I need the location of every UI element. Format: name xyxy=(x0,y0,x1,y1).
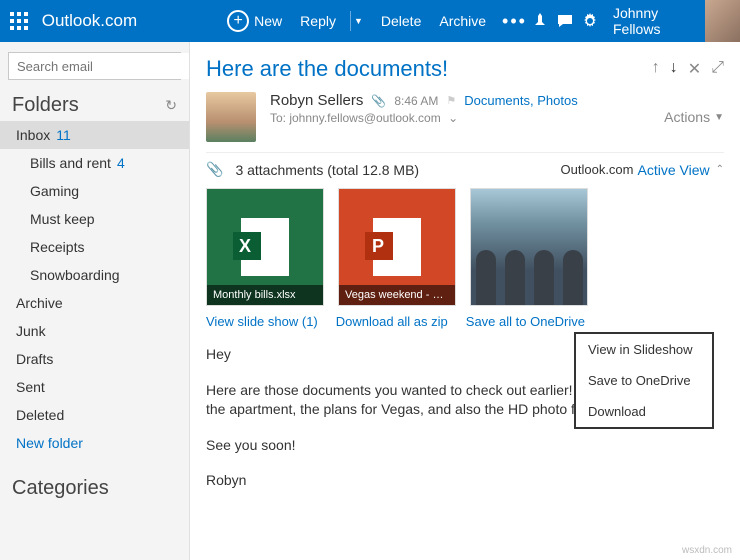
excel-icon xyxy=(241,218,289,276)
refresh-icon[interactable]: ↻ xyxy=(165,97,177,114)
chat-icon[interactable] xyxy=(552,13,577,29)
more-icon[interactable]: ••• xyxy=(502,11,527,32)
recipient-line: To: johnny.fellows@outlook.com ⌄ xyxy=(270,111,664,125)
user-name[interactable]: Johnny Fellows xyxy=(613,5,695,37)
chevron-down-icon[interactable]: ▼ xyxy=(354,16,363,26)
folder-must-keep[interactable]: Must keep xyxy=(0,205,189,233)
download-zip-link[interactable]: Download all as zip xyxy=(336,314,448,329)
avatar[interactable] xyxy=(705,0,740,42)
app-launcher-icon[interactable] xyxy=(6,6,32,36)
folder-drafts[interactable]: Drafts xyxy=(0,345,189,373)
message-categories[interactable]: Documents, Photos xyxy=(464,93,577,108)
notifications-icon[interactable] xyxy=(527,13,552,29)
powerpoint-icon xyxy=(373,218,421,276)
attachment-powerpoint[interactable]: Vegas weekend - pl... xyxy=(338,188,456,306)
folders-header: Folders ↻ xyxy=(0,88,189,121)
folder-new-folder[interactable]: New folder xyxy=(0,429,189,457)
archive-button[interactable]: Archive xyxy=(439,13,486,29)
search-input[interactable] xyxy=(9,53,190,79)
top-bar: Outlook.com + New Reply ▼ Delete Archive… xyxy=(0,0,740,42)
plus-icon: + xyxy=(227,10,249,32)
menu-download[interactable]: Download xyxy=(576,396,712,427)
paperclip-icon: 📎 xyxy=(371,94,386,108)
categories-header[interactable]: Categories xyxy=(0,471,189,504)
menu-view-slideshow[interactable]: View in Slideshow xyxy=(576,334,712,365)
save-onedrive-link[interactable]: Save all to OneDrive xyxy=(466,314,585,329)
sidebar: 🔍 Folders ↻ Inbox11Bills and rent4Gaming… xyxy=(0,42,190,560)
reply-button[interactable]: Reply ▼ xyxy=(300,11,363,31)
paperclip-icon: 📎 xyxy=(206,161,223,178)
up-arrow-icon[interactable]: ↑ xyxy=(652,59,660,79)
message-subject: Here are the documents! xyxy=(206,56,652,82)
new-button[interactable]: + New xyxy=(227,10,282,32)
expand-icon[interactable]: ⤢ xyxy=(711,59,724,79)
brand-label[interactable]: Outlook.com xyxy=(42,11,137,31)
folder-gaming[interactable]: Gaming xyxy=(0,177,189,205)
actions-menu[interactable]: Actions ▼ xyxy=(664,92,724,142)
sender-avatar[interactable] xyxy=(206,92,256,142)
attachment-photo[interactable] xyxy=(470,188,588,306)
attachments-summary: 3 attachments (total 12.8 MB) xyxy=(235,162,560,178)
folder-archive[interactable]: Archive xyxy=(0,289,189,317)
folder-inbox[interactable]: Inbox11 xyxy=(0,121,189,149)
attachment-excel[interactable]: Monthly bills.xlsx xyxy=(206,188,324,306)
message-time: 8:46 AM xyxy=(394,94,438,108)
down-arrow-icon[interactable]: ↓ xyxy=(670,59,678,79)
sender-name[interactable]: Robyn Sellers xyxy=(270,92,363,109)
view-slideshow-link[interactable]: View slide show (1) xyxy=(206,314,318,329)
folder-junk[interactable]: Junk xyxy=(0,317,189,345)
folder-sent[interactable]: Sent xyxy=(0,373,189,401)
menu-save-onedrive[interactable]: Save to OneDrive xyxy=(576,365,712,396)
message-pane: Here are the documents! ↑ ↓ ✕ ⤢ Robyn Se… xyxy=(190,42,740,560)
search-box: 🔍 xyxy=(8,52,181,80)
attachment-actions: View slide show (1) Download all as zip … xyxy=(206,314,724,329)
folder-deleted[interactable]: Deleted xyxy=(0,401,189,429)
folder-snowboarding[interactable]: Snowboarding xyxy=(0,261,189,289)
chevron-up-icon[interactable]: ⌃ xyxy=(716,164,724,175)
chevron-down-icon[interactable]: ⌄ xyxy=(448,111,458,125)
folder-receipts[interactable]: Receipts xyxy=(0,233,189,261)
attachment-thumbnails: Monthly bills.xlsx Vegas weekend - pl... xyxy=(206,188,724,306)
watermark: wsxdn.com xyxy=(682,545,732,556)
active-view-link[interactable]: Active View xyxy=(638,162,710,178)
context-menu: View in Slideshow Save to OneDrive Downl… xyxy=(574,332,714,429)
gear-icon[interactable] xyxy=(578,13,603,29)
close-icon[interactable]: ✕ xyxy=(688,59,701,79)
folder-bills-and-rent[interactable]: Bills and rent4 xyxy=(0,149,189,177)
attachments-header: 📎 3 attachments (total 12.8 MB) Outlook.… xyxy=(206,152,724,188)
flag-icon[interactable]: ⚑ xyxy=(446,94,456,107)
chevron-down-icon: ▼ xyxy=(714,112,724,123)
delete-button[interactable]: Delete xyxy=(381,13,421,29)
